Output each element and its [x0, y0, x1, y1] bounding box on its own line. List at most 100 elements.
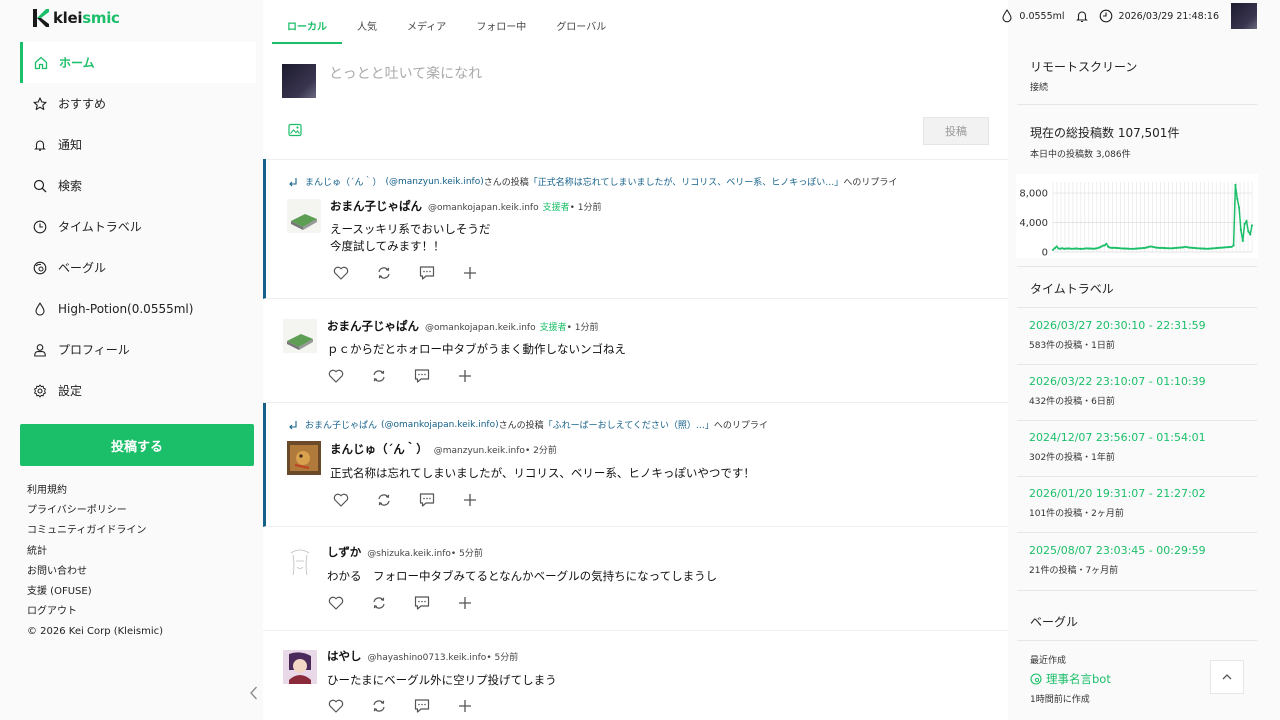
footer-link-support[interactable]: 支援 (OFUSE)	[27, 582, 163, 602]
copyright: © 2026 Kei Corp (Kleismic)	[27, 626, 164, 638]
data-point	[1066, 247, 1069, 250]
data-point	[1239, 228, 1242, 231]
more-button[interactable]	[456, 594, 499, 612]
data-point	[1173, 246, 1176, 250]
repost-button[interactable]	[375, 491, 418, 509]
footer-link-guidelines[interactable]: コミュニティガイドライン	[27, 521, 163, 541]
nav-item-timetravel[interactable]: タイムトラベル	[20, 206, 256, 247]
avatar[interactable]	[282, 64, 316, 98]
new-post-button[interactable]: 投稿する	[20, 424, 254, 466]
footer-link-contact[interactable]: お問い合わせ	[27, 562, 163, 582]
avatar[interactable]	[287, 199, 321, 233]
footer-link-logout[interactable]: ログアウト	[27, 602, 163, 622]
reply-button[interactable]	[418, 491, 461, 509]
nav-item-high-potion[interactable]: High-Potion(0.0555ml)	[20, 288, 256, 329]
tab-global[interactable]: グローバル	[541, 14, 621, 44]
post-item[interactable]: おまん子じゃぱん (@omankojapan.keik.info) さんの投稿 …	[263, 403, 1008, 527]
author-handle[interactable]: @manzyun.keik.info	[434, 446, 525, 456]
timetravel-item[interactable]: 2026/01/20 19:31:07 - 21:27:02 101件の投稿・2…	[1029, 487, 1206, 519]
author-name[interactable]: まんじゅ（´ん｀）	[330, 441, 428, 457]
remote-screen-status[interactable]: 接続	[1030, 80, 1048, 93]
bagel-link[interactable]: 理事名言bot	[1030, 671, 1111, 687]
tab-local[interactable]: ローカル	[272, 14, 342, 44]
author-name[interactable]: しずか	[327, 544, 361, 560]
avatar[interactable]	[1231, 3, 1257, 29]
avatar[interactable]	[283, 545, 317, 579]
post-item[interactable]: まんじゅ（´ん｀） (@manzyun.keik.info) さんの投稿 「正式…	[263, 159, 1008, 299]
repost-button[interactable]	[370, 697, 413, 715]
like-button[interactable]	[327, 697, 370, 715]
post-text-input[interactable]	[329, 62, 929, 86]
post-time[interactable]: • 5分前	[486, 650, 518, 663]
avatar[interactable]	[283, 319, 317, 353]
submit-post-button[interactable]: 投稿	[923, 117, 989, 145]
author-name[interactable]: おまん子じゃぱん	[327, 318, 419, 334]
nav-item-notifications[interactable]: 通知	[20, 124, 256, 165]
footer-link-privacy[interactable]: プライバシーポリシー	[27, 501, 163, 521]
post-time[interactable]: • 1分前	[570, 200, 602, 213]
footer-link-terms[interactable]: 利用規約	[27, 481, 163, 501]
like-button[interactable]	[327, 594, 370, 612]
more-button[interactable]	[456, 697, 499, 715]
more-button[interactable]	[456, 367, 499, 385]
avatar[interactable]	[287, 441, 321, 475]
nav-item-recommended[interactable]: おすすめ	[20, 83, 256, 124]
repost-button[interactable]	[370, 367, 413, 385]
like-button[interactable]	[332, 264, 375, 282]
footer-link-stats[interactable]: 統計	[27, 542, 163, 562]
reply-button[interactable]	[413, 697, 456, 715]
post-header: おまん子じゃぱん @omankojapan.keik.info 支援者 • 1分…	[330, 198, 602, 214]
like-button[interactable]	[332, 491, 375, 509]
app-logo[interactable]: kleismic	[33, 9, 120, 27]
reply-context[interactable]: まんじゅ（´ん｀） (@manzyun.keik.info) さんの投稿 「正式…	[287, 175, 897, 188]
post-time[interactable]: • 2分前	[525, 443, 557, 456]
like-button[interactable]	[327, 367, 370, 385]
timetravel-item[interactable]: 2024/12/07 23:56:07 - 01:54:01 302件の投稿・1…	[1029, 431, 1206, 463]
potion-amount[interactable]: 0.0555ml	[1019, 11, 1064, 22]
more-button[interactable]	[461, 264, 504, 282]
scroll-to-top-button[interactable]	[1210, 660, 1244, 694]
tab-following[interactable]: フォロー中	[461, 14, 541, 44]
more-button[interactable]	[461, 491, 504, 509]
avatar[interactable]	[283, 650, 317, 684]
reply-button[interactable]	[413, 594, 456, 612]
nav-item-home[interactable]: ホーム	[20, 42, 256, 83]
tab-popular[interactable]: 人気	[342, 14, 392, 44]
data-point	[1086, 247, 1090, 250]
author-handle[interactable]: @omankojapan.keik.info	[425, 323, 536, 333]
timetravel-item[interactable]: 2025/08/07 23:03:45 - 00:29:59 21件の投稿・7ヶ…	[1029, 544, 1206, 576]
post-time[interactable]: • 5分前	[451, 546, 483, 559]
reply-button[interactable]	[418, 264, 461, 282]
timetravel-range: 2024/12/07 23:56:07 - 01:54:01	[1029, 431, 1206, 444]
clock-icon[interactable]	[1099, 9, 1113, 23]
collapse-sidebar-button[interactable]	[246, 684, 262, 702]
post-item[interactable]: しずか @shizuka.keik.info • 5分前 わかる フォロー中タブ…	[263, 527, 1008, 631]
author-handle[interactable]: @shizuka.keik.info	[367, 549, 451, 559]
timetravel-item[interactable]: 2026/03/27 20:30:10 - 22:31:59 583件の投稿・1…	[1029, 319, 1206, 351]
post-time[interactable]: • 1分前	[567, 320, 599, 333]
post-item[interactable]: はやし @hayashino0713.keik.info • 5分前 ひーたまに…	[263, 631, 1008, 720]
nav-item-profile[interactable]: プロフィール	[20, 329, 256, 370]
author-name[interactable]: はやし	[327, 648, 362, 664]
author-name[interactable]: おまん子じゃぱん	[330, 198, 422, 214]
bell-icon[interactable]	[1075, 9, 1089, 23]
repost-button[interactable]	[370, 594, 413, 612]
author-handle[interactable]: @hayashino0713.keik.info	[368, 653, 487, 663]
nav-item-search[interactable]: 検索	[20, 165, 256, 206]
author-handle[interactable]: @omankojapan.keik.info	[428, 203, 539, 213]
image-attach-icon[interactable]	[288, 123, 302, 137]
nav-item-bagel[interactable]: ベーグル	[20, 247, 256, 288]
timetravel-item[interactable]: 2026/03/22 23:10:07 - 01:10:39 432件の投稿・6…	[1029, 375, 1206, 407]
reply-context[interactable]: おまん子じゃぱん (@omankojapan.keik.info) さんの投稿 …	[287, 418, 768, 431]
tab-media[interactable]: メディア	[392, 14, 461, 44]
nav-item-settings[interactable]: 設定	[20, 370, 256, 411]
reply-target-name: おまん子じゃぱん	[305, 421, 378, 431]
post-item[interactable]: おまん子じゃぱん @omankojapan.keik.info 支援者 • 1分…	[263, 299, 1008, 403]
data-point	[1105, 242, 1108, 245]
reply-button[interactable]	[413, 367, 456, 385]
repost-button[interactable]	[375, 264, 418, 282]
divider	[1017, 266, 1257, 267]
post-body-line: えースッキリ系でおいしそうだ	[330, 222, 491, 236]
bagel-created-time: 1時間前に作成	[1030, 695, 1090, 705]
data-point	[1214, 247, 1217, 250]
